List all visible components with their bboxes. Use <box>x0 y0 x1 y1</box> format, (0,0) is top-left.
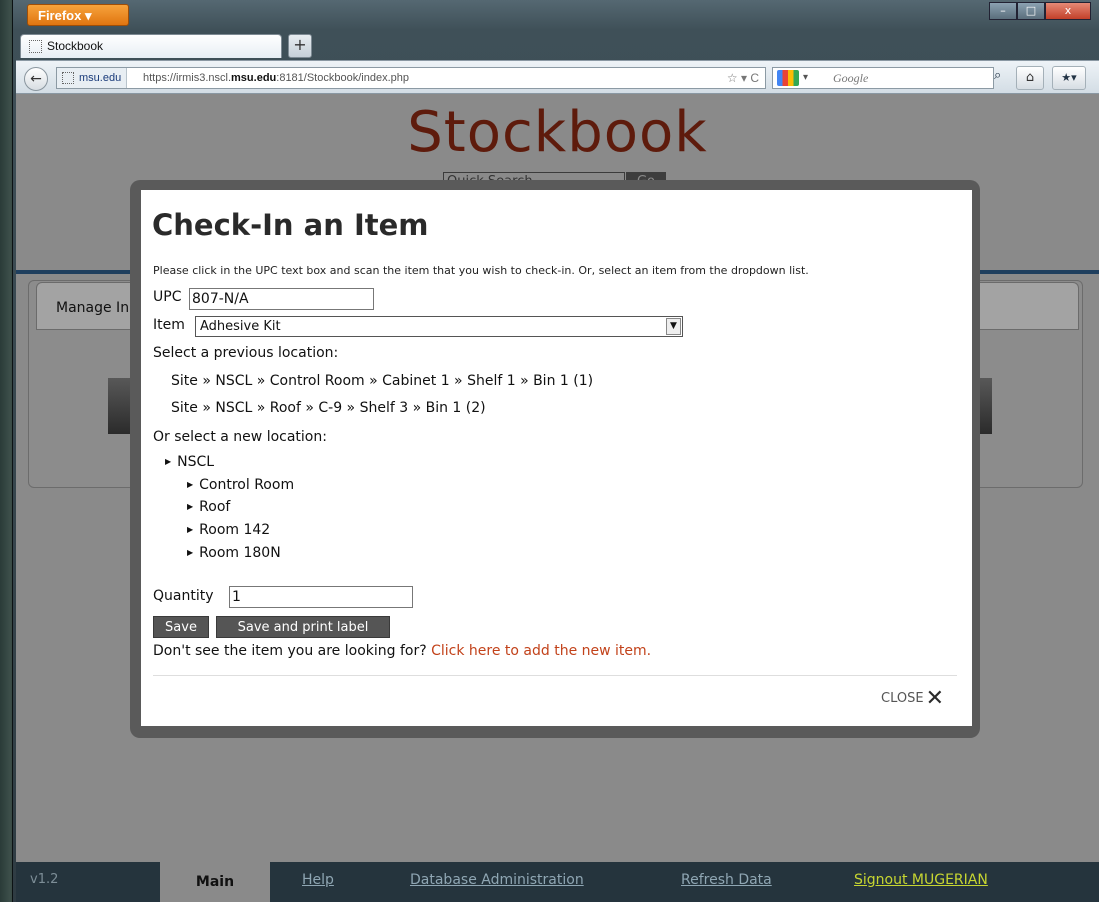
upc-input[interactable]: 807-N/A <box>189 288 374 310</box>
page-icon <box>29 40 42 53</box>
new-location-label: Or select a new location: <box>153 429 327 445</box>
dialog-divider <box>153 675 957 676</box>
nav-help[interactable]: Help <box>302 872 334 888</box>
google-icon <box>777 70 799 86</box>
home-icon[interactable]: ⌂ <box>1016 66 1044 90</box>
maximize-button[interactable]: □ <box>1017 2 1045 20</box>
site-identity[interactable]: msu.edu <box>57 68 128 88</box>
tab-bar: Stockbook + <box>20 34 1099 58</box>
version-label: v1.2 <box>30 872 59 887</box>
item-label: Item <box>153 317 185 333</box>
site-title: Stockbook <box>407 100 708 165</box>
previous-location-label: Select a previous location: <box>153 345 339 361</box>
nav-main[interactable]: Main <box>160 862 270 902</box>
new-tab-button[interactable]: + <box>288 34 312 58</box>
nav-signout[interactable]: Signout MUGERIAN <box>854 872 988 888</box>
upc-label: UPC <box>153 289 182 305</box>
add-item-prompt: Don't see the item you are looking for? … <box>153 643 652 659</box>
chevron-down-icon[interactable]: ▼ <box>666 318 681 335</box>
add-new-item-link[interactable]: Click here to add the new item. <box>431 643 651 659</box>
check-in-dialog: Check-In an Item Please click in the UPC… <box>141 190 972 726</box>
url-bar[interactable]: msu.edu https://irmis3.nscl.msu.edu:8181… <box>56 67 766 89</box>
quantity-input[interactable]: 1 <box>229 586 413 608</box>
tab-stockbook[interactable]: Stockbook <box>20 34 282 58</box>
dialog-title: Check-In an Item <box>152 208 429 242</box>
nav-refresh-data[interactable]: Refresh Data <box>681 872 772 888</box>
page-icon <box>62 72 74 84</box>
footer-nav: v1.2 Main Help Database Administration R… <box>16 862 1099 902</box>
navigation-toolbar: ← msu.edu https://irmis3.nscl.msu.edu:81… <box>16 60 1099 94</box>
item-select[interactable]: Adhesive Kit ▼ <box>195 316 683 337</box>
previous-location-2[interactable]: Site » NSCL » Roof » C-9 » Shelf 3 » Bin… <box>171 400 486 416</box>
tree-node-control-room[interactable]: ▶ Control Room <box>187 477 294 493</box>
search-placeholder: Google <box>833 71 869 85</box>
chevron-down-icon[interactable]: ▾ <box>803 68 808 88</box>
previous-location-1[interactable]: Site » NSCL » Control Room » Cabinet 1 »… <box>171 373 593 389</box>
caret-right-icon: ▶ <box>187 502 194 511</box>
url-text: https://irmis3.nscl.msu.edu:8181/Stockbo… <box>143 72 409 84</box>
dialog-instructions: Please click in the UPC text box and sca… <box>153 264 809 277</box>
bookmark-star-icon[interactable]: ☆ ▾ C <box>727 68 759 88</box>
tree-node-room-142[interactable]: ▶ Room 142 <box>187 522 270 538</box>
caret-right-icon: ▶ <box>187 525 194 534</box>
close-window-button[interactable]: x <box>1045 2 1091 20</box>
bookmarks-icon[interactable]: ★▾ <box>1052 66 1086 90</box>
window-controls: – □ x <box>989 2 1091 20</box>
caret-right-icon: ▶ <box>165 457 172 466</box>
site-identity-label: msu.edu <box>79 72 122 84</box>
save-and-print-button[interactable]: Save and print label <box>216 616 390 638</box>
firefox-menu-button[interactable]: Firefox ▾ <box>27 4 129 26</box>
close-dialog-button[interactable]: CLOSE✕ <box>881 686 944 711</box>
tab-manage-inventory[interactable]: Manage In <box>56 300 129 316</box>
magnifier-icon[interactable]: ⌕ <box>994 68 1012 88</box>
close-icon: ✕ <box>925 686 944 711</box>
save-button[interactable]: Save <box>153 616 209 638</box>
back-arrow-icon[interactable]: ← <box>24 67 48 91</box>
search-input[interactable]: ▾ Google <box>772 67 994 89</box>
tree-node-roof[interactable]: ▶ Roof <box>187 499 230 515</box>
item-select-value: Adhesive Kit <box>200 319 281 334</box>
caret-right-icon: ▶ <box>187 548 194 557</box>
minimize-button[interactable]: – <box>989 2 1017 20</box>
quantity-label: Quantity <box>153 588 214 604</box>
tab-title: Stockbook <box>47 39 104 53</box>
caret-right-icon: ▶ <box>187 480 194 489</box>
nav-database-administration[interactable]: Database Administration <box>410 872 584 888</box>
tree-node-room-180n[interactable]: ▶ Room 180N <box>187 545 281 561</box>
tree-node-nscl[interactable]: ▶ NSCL <box>165 454 214 470</box>
